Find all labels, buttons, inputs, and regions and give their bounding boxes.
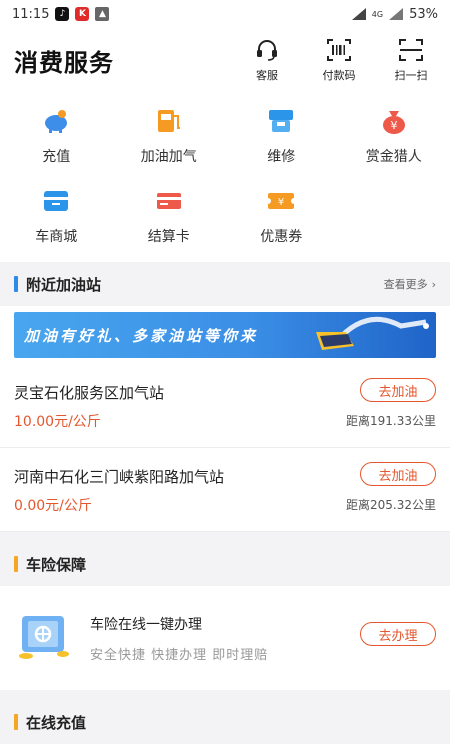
wifi-data-icon — [351, 8, 366, 20]
service-repair[interactable]: 维修 — [225, 106, 338, 176]
go-process-button[interactable]: 去办理 — [360, 622, 436, 646]
svg-text:¥: ¥ — [278, 197, 284, 208]
service-label: 车商城 — [35, 229, 78, 245]
gallery-icon: ▲ — [95, 7, 110, 21]
safe-box-icon — [19, 616, 69, 659]
header-actions: 客服 付款码 扫一扫 — [242, 37, 436, 83]
service-recharge[interactable]: 充值 — [0, 106, 113, 176]
card-icon — [154, 186, 184, 216]
customer-service-button[interactable]: 客服 — [242, 37, 292, 83]
service-label: 加油加气 — [140, 149, 197, 165]
headset-icon — [257, 40, 277, 61]
piggy-bank-icon — [41, 106, 71, 136]
station-item[interactable]: 灵宝石化服务区加气站 10.00元/公斤 去加油 距离191.33公里 — [0, 364, 450, 448]
repair-icon — [266, 106, 296, 136]
fuel-nozzle-icon — [316, 316, 429, 350]
status-right: 4G 53% — [351, 6, 438, 22]
payment-code-label: 付款码 — [322, 69, 356, 82]
payment-code-button[interactable]: 付款码 — [314, 37, 364, 83]
service-bounty-hunter[interactable]: ¥ 赏金猎人 — [338, 106, 450, 176]
view-more-label: 查看更多 — [383, 278, 428, 291]
section-gap — [0, 532, 450, 542]
insurance-text: 车险在线一键办理 安全快捷 快捷办理 即时理赔 — [90, 614, 268, 663]
app-k-icon: K — [75, 7, 90, 21]
fuel-pump-icon — [154, 106, 184, 136]
section-accent-bar — [14, 714, 18, 730]
section-accent-bar — [14, 276, 18, 292]
service-grid: 充值 加油加气 维修 ¥ 赏金猎人 车商城 结算卡 ¥ 优惠券 — [0, 92, 450, 262]
service-label: 赏金猎人 — [365, 149, 422, 165]
status-time: 11:15 — [12, 6, 50, 22]
scan-button[interactable]: 扫一扫 — [386, 37, 436, 83]
service-label: 充值 — [42, 149, 71, 165]
nearby-stations-header: 附近加油站 查看更多 › — [0, 262, 450, 306]
section-accent-bar — [14, 556, 18, 572]
status-bar: 11:15 ♪ K ▲ 4G 53% — [0, 0, 450, 28]
service-coupon[interactable]: ¥ 优惠券 — [225, 186, 338, 256]
station-item[interactable]: 河南中石化三门峡紫阳路加气站 0.00元/公斤 去加油 距离205.32公里 — [0, 448, 450, 532]
section-title: 附近加油站 — [26, 275, 102, 294]
store-icon — [41, 186, 71, 216]
recharge-header: 在线充值 — [0, 700, 450, 744]
scan-icon — [399, 39, 423, 61]
svg-text:¥: ¥ — [390, 119, 397, 132]
chevron-right-icon: › — [431, 277, 436, 291]
service-settlement-card[interactable]: 结算卡 — [113, 186, 226, 256]
insurance-header: 车险保障 — [0, 542, 450, 586]
barcode-icon — [327, 39, 351, 61]
banner-wrap: 加油有好礼、多家油站等你来 — [0, 306, 450, 364]
station-distance: 距离205.32公里 — [346, 498, 436, 512]
tiktok-icon: ♪ — [55, 7, 70, 21]
service-label: 结算卡 — [147, 229, 190, 245]
view-more-link[interactable]: 查看更多 › — [384, 276, 436, 292]
station-distance: 距离191.33公里 — [346, 414, 436, 428]
section-title: 车险保障 — [26, 555, 87, 574]
money-bag-icon: ¥ — [379, 106, 409, 136]
header: 消费服务 客服 付款码 扫一扫 — [0, 28, 450, 92]
scan-label: 扫一扫 — [394, 69, 428, 82]
go-refuel-button[interactable]: 去加油 — [360, 462, 436, 486]
page-title: 消费服务 — [14, 48, 114, 77]
insurance-title: 车险在线一键办理 — [90, 616, 202, 633]
section-gap — [0, 690, 450, 700]
battery-level: 53% — [409, 6, 438, 22]
customer-service-label: 客服 — [256, 69, 278, 82]
insurance-subtitle: 安全快捷 快捷办理 即时理赔 — [90, 647, 269, 663]
network-type: 4G — [371, 9, 384, 19]
banner-text: 加油有好礼、多家油站等你来 — [24, 326, 259, 345]
section-title: 在线充值 — [26, 713, 87, 732]
promo-banner[interactable]: 加油有好礼、多家油站等你来 — [14, 312, 436, 358]
service-refuel[interactable]: 加油加气 — [113, 106, 226, 176]
signal-icon — [389, 8, 404, 20]
service-label: 维修 — [267, 149, 296, 165]
insurance-item[interactable]: 车险在线一键办理 安全快捷 快捷办理 即时理赔 去办理 — [0, 586, 450, 690]
coupon-icon: ¥ — [266, 186, 297, 216]
service-car-mall[interactable]: 车商城 — [0, 186, 113, 256]
service-label: 优惠券 — [260, 229, 303, 245]
go-refuel-button[interactable]: 去加油 — [360, 378, 436, 402]
status-left: 11:15 ♪ K ▲ — [12, 6, 110, 22]
